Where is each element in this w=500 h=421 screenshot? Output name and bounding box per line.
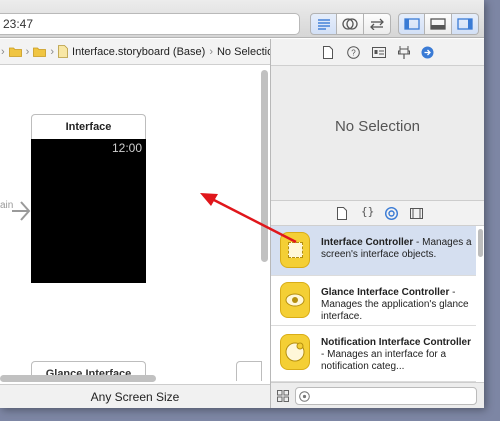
annotation-arrow — [200, 193, 297, 244]
